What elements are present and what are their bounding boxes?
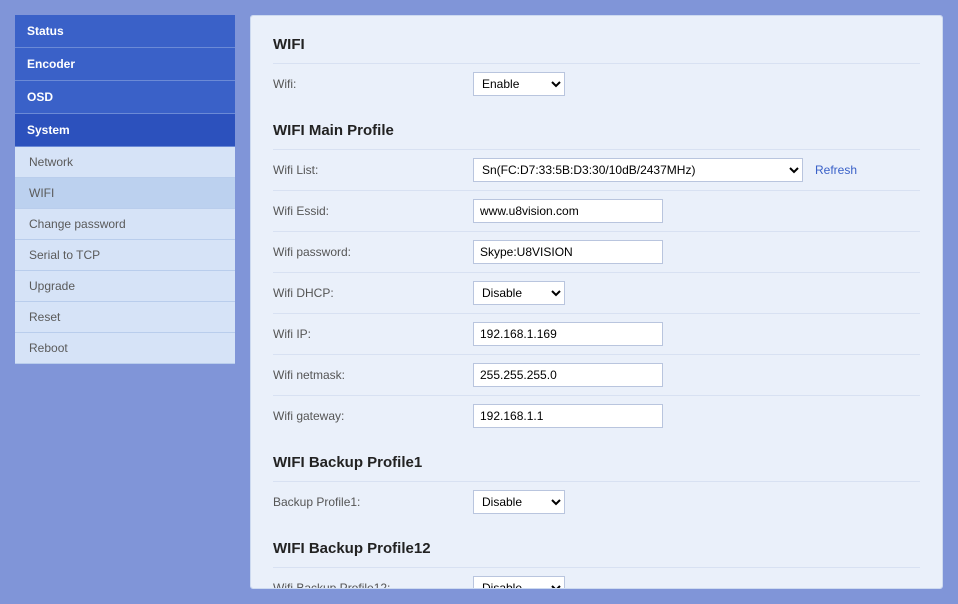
input-wifi-gateway[interactable] (473, 404, 663, 428)
nav-sub-system: Network WIFI Change password Serial to T… (15, 147, 235, 364)
select-backup-profile12[interactable]: Disable (473, 576, 565, 589)
row-wifi-dhcp: Wifi DHCP: Disable (273, 272, 920, 313)
row-backup-profile12: Wifi Backup Profile12: Disable (273, 567, 920, 589)
nav-item-reset[interactable]: Reset (15, 302, 235, 333)
label-wifi-netmask: Wifi netmask: (273, 368, 473, 382)
row-wifi-enable: Wifi: Enable (273, 63, 920, 104)
label-wifi-password: Wifi password: (273, 245, 473, 259)
label-wifi-gateway: Wifi gateway: (273, 409, 473, 423)
label-wifi-ip: Wifi IP: (273, 327, 473, 341)
nav-item-upgrade[interactable]: Upgrade (15, 271, 235, 302)
row-wifi-ip: Wifi IP: (273, 313, 920, 354)
select-wifi-enable[interactable]: Enable (473, 72, 565, 96)
row-wifi-list: Wifi List: Sn(FC:D7:33:5B:D3:30/10dB/243… (273, 149, 920, 190)
nav-section-encoder[interactable]: Encoder (15, 48, 235, 81)
input-wifi-password[interactable] (473, 240, 663, 264)
row-wifi-password: Wifi password: (273, 231, 920, 272)
nav-item-change-password[interactable]: Change password (15, 209, 235, 240)
label-wifi-dhcp: Wifi DHCP: (273, 286, 473, 300)
label-wifi: Wifi: (273, 77, 473, 91)
nav-item-network[interactable]: Network (15, 147, 235, 178)
heading-backup12: WIFI Backup Profile12 (273, 538, 920, 557)
nav-item-serial-to-tcp[interactable]: Serial to TCP (15, 240, 235, 271)
label-wifi-essid: Wifi Essid: (273, 204, 473, 218)
nav-item-wifi[interactable]: WIFI (15, 178, 235, 209)
label-backup-profile12: Wifi Backup Profile12: (273, 581, 473, 589)
nav-item-reboot[interactable]: Reboot (15, 333, 235, 364)
label-backup-profile1: Backup Profile1: (273, 495, 473, 509)
app-layout: Status Encoder OSD System Network WIFI C… (15, 15, 943, 589)
sidebar: Status Encoder OSD System Network WIFI C… (15, 15, 235, 589)
content-panel: WIFI Wifi: Enable WIFI Main Profile Wifi… (250, 15, 943, 589)
row-backup-profile1: Backup Profile1: Disable (273, 481, 920, 522)
heading-backup1: WIFI Backup Profile1 (273, 452, 920, 471)
input-wifi-ip[interactable] (473, 322, 663, 346)
input-wifi-essid[interactable] (473, 199, 663, 223)
row-wifi-gateway: Wifi gateway: (273, 395, 920, 436)
row-wifi-netmask: Wifi netmask: (273, 354, 920, 395)
refresh-link[interactable]: Refresh (815, 163, 857, 177)
nav-section-status[interactable]: Status (15, 15, 235, 48)
nav-section-osd[interactable]: OSD (15, 81, 235, 114)
label-wifi-list: Wifi List: (273, 163, 473, 177)
select-wifi-dhcp[interactable]: Disable (473, 281, 565, 305)
select-wifi-list[interactable]: Sn(FC:D7:33:5B:D3:30/10dB/2437MHz) (473, 158, 803, 182)
heading-main-profile: WIFI Main Profile (273, 120, 920, 139)
heading-wifi: WIFI (273, 34, 920, 53)
input-wifi-netmask[interactable] (473, 363, 663, 387)
row-wifi-essid: Wifi Essid: (273, 190, 920, 231)
select-backup-profile1[interactable]: Disable (473, 490, 565, 514)
nav-section-system[interactable]: System (15, 114, 235, 147)
